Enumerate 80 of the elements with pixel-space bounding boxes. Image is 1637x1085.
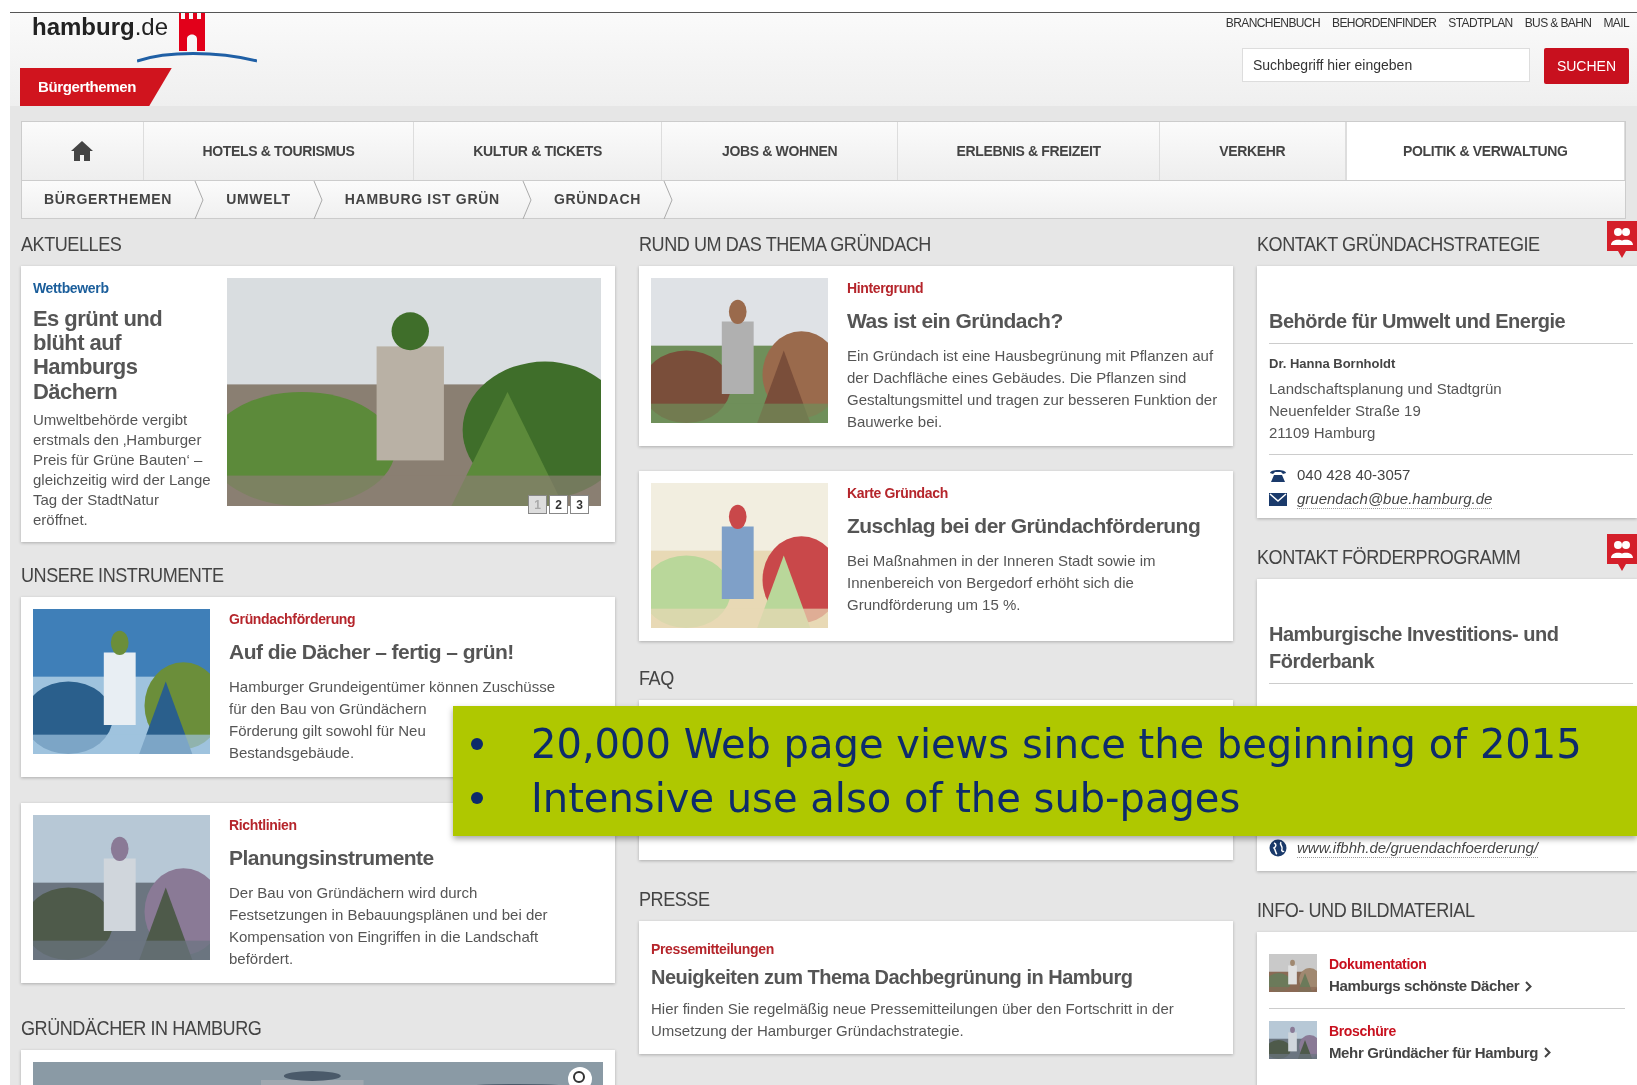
teaser-text: Bei Maßnahmen in der Inneren Stadt sowie im Innenbereich von Bergedorf erhöht sich die Grundförderung um 15 %. [847, 550, 1157, 615]
globe-icon [1269, 839, 1287, 857]
info-link[interactable]: Mehr Gründächer für Hamburg [1329, 1041, 1539, 1064]
section-heading: KONTAKT FÖRDERPROGRAMM [1257, 546, 1522, 567]
bullet-icon [471, 792, 483, 804]
service-link[interactable]: MAIL [1603, 14, 1629, 32]
teaser-title[interactable]: Planungsinstrumente [229, 842, 548, 874]
search-button[interactable]: SUCHEN [1543, 48, 1629, 84]
contact-org: Hamburgische Investitions- und Förderbank [1269, 622, 1560, 674]
section-heading: GRÜNDÄCHER IN HAMBURG [21, 1017, 263, 1038]
service-link[interactable]: BRANCHENBUCH [1225, 14, 1320, 32]
teaser-text: befördert. [229, 948, 294, 969]
breadcrumb-link[interactable]: BÜRGERTHEMEN [22, 181, 195, 218]
breadcrumb-separator-icon [312, 181, 323, 219]
breadcrumb-separator-icon [194, 181, 205, 219]
contact-person: Dr. Hanna Bornholdt [1269, 355, 1397, 373]
nav-tab[interactable]: HOTELS & TOURISMUS [143, 122, 415, 180]
news-text: Umweltbehörde vergibt erstmals den ‚Hamburger Preis für Grüne Bauten‘ – gleichzeitig wird der Lange Tag der StadtNatur eröffnet. [33, 409, 212, 530]
section-heading: UNSERE INSTRUMENTE [21, 564, 225, 585]
service-link[interactable]: BEHORDENFINDER [1332, 14, 1437, 32]
teaser-text: Bestandsgebäude. [229, 742, 355, 763]
section-heading: KONTAKT GRÜNDACHSTRATEGIE [1257, 233, 1541, 254]
category-label: Gründachförderung [229, 610, 357, 629]
contact-org: Behörde für Umwelt und Energie [1269, 309, 1567, 334]
category-label: Richtlinien [229, 816, 298, 835]
section-heading: AKTUELLES [21, 233, 123, 254]
phone-number: 040 428 40-3057 [1297, 465, 1411, 486]
nav-tab[interactable]: VERKEHR [1159, 122, 1346, 180]
chevron-right-icon [1544, 1047, 1552, 1059]
chevron-right-icon [1525, 980, 1533, 992]
mail-icon [1269, 493, 1287, 506]
service-link[interactable]: BUS & BAHN [1524, 14, 1592, 32]
press-title[interactable]: Neuigkeiten zum Thema Dachbegrünung in Hamburg [651, 962, 1221, 992]
email-link[interactable]: gruendach@bue.hamburg.de [1297, 490, 1493, 509]
nav-tab[interactable]: JOBS & WOHNEN [661, 122, 899, 180]
phone-icon [1269, 468, 1287, 483]
nav-tab[interactable]: ERLEBNIS & FREIZEIT [898, 122, 1160, 180]
bullet-icon [471, 738, 483, 750]
category-label: Wettbewerb [33, 279, 110, 298]
site-logo[interactable]: hamburg.de [32, 15, 169, 39]
teaser-title[interactable]: Zuschlag bei der Gründachförderung [847, 510, 1221, 542]
breadcrumb-link[interactable]: UMWELT [204, 181, 313, 218]
section-heading: INFO- UND BILDMATERIAL [1257, 899, 1476, 920]
category-label: Dokumentation [1329, 955, 1428, 974]
service-link[interactable]: STADTPLAN [1448, 14, 1513, 32]
section-heading: FAQ [639, 667, 675, 688]
breadcrumb-separator-icon [663, 181, 674, 219]
search-field[interactable]: Suchbegriff hier eingeben [1241, 48, 1530, 82]
address-line: 21109 Hamburg [1269, 422, 1377, 443]
category-label: Pressemitteilungen [651, 940, 775, 959]
section-heading: RUND UM DAS THEMA GRÜNDACH [639, 233, 932, 254]
web-link[interactable]: www.ifbhh.de/gruendachfoerderung/ [1297, 838, 1538, 858]
breadcrumb-link[interactable]: GRÜNDACH [531, 181, 664, 218]
teaser-text: Kompensation von Eingriffen in die Landschaft [229, 926, 539, 947]
category-label: Broschüre [1329, 1021, 1397, 1041]
teaser-text: Der Bau von Gründächern wird durch [229, 882, 478, 903]
teaser-text: für den Bau von Gründächern [229, 698, 427, 719]
home-icon [70, 140, 95, 162]
teaser-text: Hamburger Grundeigentümer können Zuschüsse [229, 676, 555, 697]
teaser-text: Festsetzungen in Bebauungsplänen und bei der [229, 904, 548, 925]
news-title[interactable]: Es grünt und blüht auf Hamburgs Dächern [33, 307, 213, 404]
category-label: Karte Gründach [847, 484, 949, 503]
teaser-title[interactable]: Was ist ein Gründach? [847, 305, 1221, 337]
nav-tab[interactable]: POLITIK & VERWALTUNG [1345, 122, 1625, 180]
teaser-title[interactable]: Auf die Dächer – fertig – grün! [229, 636, 555, 668]
teaser-text: Förderung gilt sowohl für Neu [229, 720, 426, 741]
address-line: Landschaftsplanung und Stadtgrün [1269, 378, 1503, 399]
breadcrumb-link[interactable]: HAMBURG IST GRÜN [322, 181, 522, 218]
nav-tab[interactable]: KULTUR & TICKETS [414, 122, 662, 180]
contact-icon [1607, 534, 1637, 572]
zoom-icon [567, 1066, 593, 1085]
breadcrumb-separator-icon [521, 181, 532, 219]
section-heading: PRESSE [639, 888, 711, 909]
teaser-text: Ein Gründach ist eine Hausbegrünung mit Pflanzen auf der Dachfläche eines Gebäudes. Die Pflanzen sind Gestaltungsmittel und tragen zur besseren Funktion der Bauwerke bei. [847, 345, 1219, 432]
info-link[interactable]: Hamburgs schönste Dächer [1329, 975, 1520, 998]
press-text: Hier finden Sie regelmäßig neue Pressemitteilungen über den Fortschritt in der Umsetzung der Hamburger Gründachstrategie. [651, 999, 1175, 1041]
contact-icon [1607, 221, 1637, 259]
address-line: Neuenfelder Straße 19 [1269, 400, 1422, 421]
category-label: Hintergrund [847, 279, 925, 298]
section-tab[interactable]: Bürgerthemen [20, 67, 173, 106]
